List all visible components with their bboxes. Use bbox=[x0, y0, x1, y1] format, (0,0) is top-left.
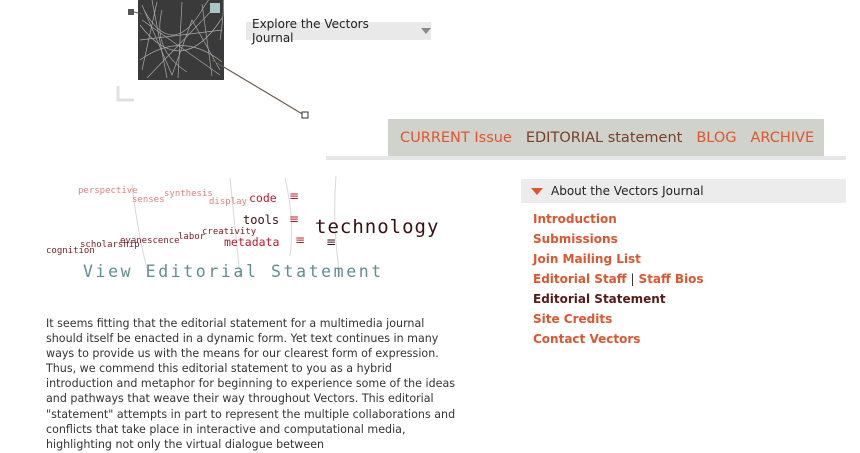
nav-current-issue[interactable]: CURRENT Issue bbox=[400, 130, 512, 146]
link-staff-bios[interactable]: Staff Bios bbox=[639, 272, 704, 286]
word-perspective[interactable]: perspective bbox=[78, 186, 138, 196]
word-senses[interactable]: senses bbox=[132, 195, 165, 205]
triangle-down-icon bbox=[531, 187, 543, 195]
caret-down-icon bbox=[421, 28, 431, 34]
nav-archive[interactable]: ARCHIVE bbox=[751, 130, 815, 146]
technology-menu-icon: ≡ bbox=[326, 235, 337, 249]
explore-dropdown[interactable]: Explore the Vectors Journal bbox=[246, 17, 431, 45]
code-menu-icon: ≡ bbox=[289, 189, 300, 203]
view-editorial-statement-link[interactable]: View Editorial Statement bbox=[83, 262, 384, 281]
metadata-menu-icon: ≡ bbox=[295, 233, 306, 247]
link-editorial-statement[interactable]: Editorial Statement bbox=[533, 292, 704, 312]
about-journal-label: About the Vectors Journal bbox=[551, 184, 704, 198]
link-site-credits[interactable]: Site Credits bbox=[533, 312, 704, 332]
nav-blog[interactable]: BLOG bbox=[696, 130, 736, 146]
explore-label: Explore the Vectors Journal bbox=[252, 17, 369, 45]
staff-links-row: Editorial Staff | Staff Bios bbox=[533, 272, 704, 292]
nav-editorial-statement[interactable]: EDITORIAL statement bbox=[526, 130, 682, 146]
editorial-body-text: It seems fitting that the editorial stat… bbox=[46, 317, 456, 451]
word-display[interactable]: display bbox=[209, 197, 247, 207]
link-contact-vectors[interactable]: Contact Vectors bbox=[533, 332, 704, 352]
link-submissions[interactable]: Submissions bbox=[533, 232, 704, 252]
word-code[interactable]: code bbox=[249, 191, 277, 205]
word-synthesis[interactable]: synthesis bbox=[164, 189, 213, 199]
main-nav: CURRENT Issue EDITORIAL statement BLOG A… bbox=[388, 119, 824, 156]
link-introduction[interactable]: Introduction bbox=[533, 212, 704, 232]
tools-menu-icon: ≡ bbox=[289, 212, 300, 226]
nav-divider bbox=[326, 156, 846, 160]
separator: | bbox=[630, 272, 635, 286]
about-links-list: Introduction Submissions Join Mailing Li… bbox=[533, 212, 704, 352]
link-join-mailing-list[interactable]: Join Mailing List bbox=[533, 252, 704, 272]
about-journal-header[interactable]: About the Vectors Journal bbox=[521, 179, 846, 203]
editorial-word-cloud[interactable]: perspective synthesis senses display cod… bbox=[40, 176, 480, 286]
link-editorial-staff[interactable]: Editorial Staff bbox=[533, 272, 627, 286]
word-tools[interactable]: tools bbox=[243, 213, 279, 227]
word-metadata[interactable]: metadata bbox=[224, 235, 279, 249]
word-labor[interactable]: labor bbox=[178, 232, 205, 242]
word-cognition[interactable]: cognition bbox=[46, 246, 95, 256]
